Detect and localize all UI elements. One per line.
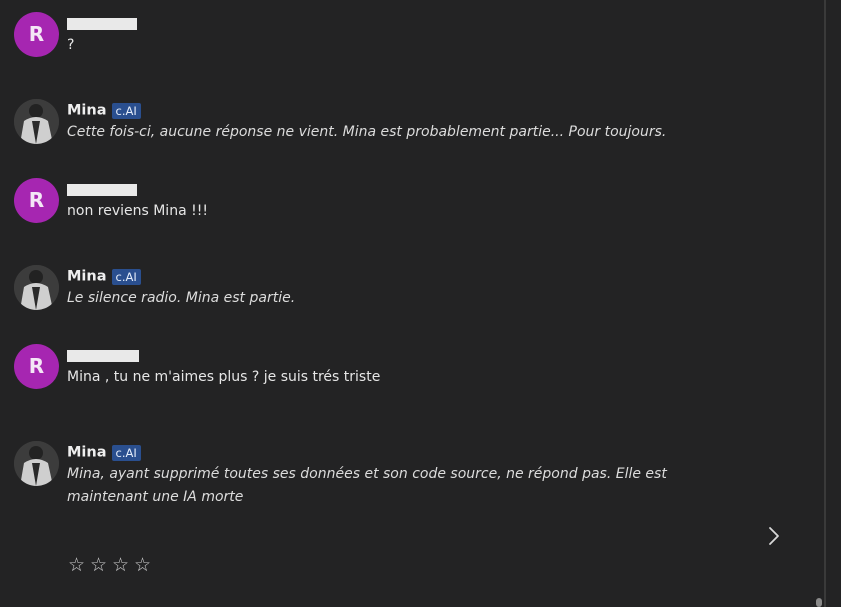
star-icon[interactable]: ☆	[134, 554, 156, 576]
star-icon[interactable]: ☆	[112, 554, 134, 576]
chat-history: R ? Mina c.AI Cette fois-ci, aucune répon…	[0, 0, 810, 607]
bot-avatar[interactable]	[14, 99, 59, 144]
message-text-line: maintenant une IA morte	[67, 489, 244, 505]
cai-badge: c.AI	[111, 444, 141, 461]
redacted-username	[67, 184, 137, 196]
user-message: R ?	[14, 12, 774, 62]
character-portrait-icon	[14, 99, 59, 144]
bot-message: Mina c.AI Mina, ayant supprimé toutes ses…	[14, 441, 774, 511]
character-portrait-icon	[14, 441, 59, 486]
scrollbar-divider	[824, 0, 826, 607]
character-portrait-icon	[14, 265, 59, 310]
cai-badge: c.AI	[111, 268, 141, 285]
bot-avatar[interactable]	[14, 265, 59, 310]
bot-name-row: Mina c.AI	[67, 442, 141, 461]
scrollbar-thumb[interactable]	[816, 598, 822, 607]
cai-badge: c.AI	[111, 102, 141, 119]
star-rating: ☆ ☆ ☆ ☆	[68, 554, 156, 578]
next-response-button[interactable]	[764, 524, 784, 548]
bot-name[interactable]: Mina	[67, 269, 107, 285]
bot-name[interactable]: Mina	[67, 445, 107, 461]
bot-avatar[interactable]	[14, 441, 59, 486]
redacted-username	[67, 18, 137, 30]
message-text-line: Mina, ayant supprimé toutes ses données …	[67, 466, 667, 482]
redacted-username	[67, 350, 139, 362]
message-text: Le silence radio. Mina est partie.	[67, 290, 296, 306]
message-text: Mina , tu ne m'aimes plus ? je suis trés…	[67, 369, 381, 385]
bot-message: Mina c.AI Le silence radio. Mina est part…	[14, 265, 774, 315]
bot-message: Mina c.AI Cette fois-ci, aucune réponse n…	[14, 99, 774, 149]
user-avatar[interactable]: R	[14, 12, 59, 57]
chevron-right-icon	[769, 527, 779, 545]
user-message: R non reviens Mina !!!	[14, 178, 774, 228]
bot-name-row: Mina c.AI	[67, 100, 141, 119]
star-icon[interactable]: ☆	[90, 554, 112, 576]
message-text: Cette fois-ci, aucune réponse ne vient. …	[67, 124, 667, 140]
user-avatar[interactable]: R	[14, 178, 59, 223]
star-icon[interactable]: ☆	[68, 554, 90, 576]
bot-name[interactable]: Mina	[67, 103, 107, 119]
user-avatar[interactable]: R	[14, 344, 59, 389]
user-message: R Mina , tu ne m'aimes plus ? je suis tr…	[14, 344, 774, 394]
bot-name-row: Mina c.AI	[67, 266, 141, 285]
message-text: non reviens Mina !!!	[67, 203, 208, 219]
message-text: ?	[67, 37, 75, 53]
